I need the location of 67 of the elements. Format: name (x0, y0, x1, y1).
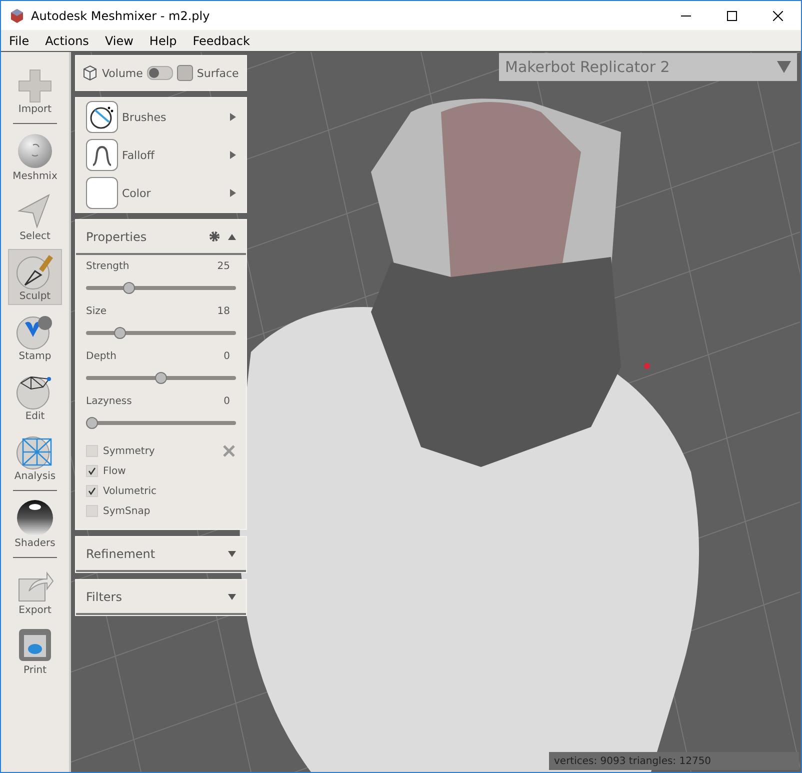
caret-icon (777, 61, 791, 73)
slider-track[interactable] (86, 327, 236, 339)
surface-label: Surface (196, 66, 239, 80)
menu-item[interactable]: File (1, 34, 38, 48)
slider-track[interactable] (86, 282, 236, 294)
slider-value: 0 (224, 396, 230, 407)
section-header[interactable]: Refinement (76, 537, 246, 572)
checkbox-label: SymSnap (103, 506, 152, 516)
caret-icon (228, 550, 236, 556)
maximize-icon (727, 10, 737, 20)
settings-icon (209, 231, 220, 242)
surface-swatch-icon (176, 65, 193, 81)
caret-icon (230, 113, 236, 121)
preview-thumbnail (86, 177, 118, 209)
tool-button[interactable]: Export (8, 563, 62, 619)
slider-label: Size (86, 306, 107, 317)
app-logo-icon (9, 8, 25, 24)
volume-label: Volume (102, 66, 143, 80)
slider-label: Strength (86, 261, 130, 272)
close-icon (773, 10, 783, 20)
slider-value: 18 (217, 306, 230, 317)
brush-menu-item[interactable]: Brushes (76, 98, 246, 136)
caret-icon (228, 594, 236, 600)
tool-button[interactable]: Shaders (8, 496, 62, 552)
window-title: Autodesk Meshmixer - m2.ply (31, 8, 211, 22)
tool-button[interactable]: Analysis (8, 429, 62, 485)
menu-item[interactable]: Feedback (184, 34, 258, 48)
brush-menu-item[interactable]: Color (76, 174, 246, 212)
cube-icon (82, 65, 98, 81)
tool-button[interactable]: Print (8, 623, 62, 679)
tool-button[interactable]: Sculpt (8, 249, 62, 305)
slider-label: Lazyness (86, 396, 132, 407)
tool-button[interactable]: Edit (8, 369, 62, 425)
checkbox[interactable] (86, 465, 98, 477)
slider-value: 25 (217, 261, 230, 272)
slider-thumb[interactable] (123, 282, 136, 294)
chrome-sphere-icon (15, 498, 55, 538)
slider-thumb[interactable] (155, 372, 167, 384)
caret-icon (228, 234, 236, 240)
plus-icon (17, 68, 53, 104)
caret-icon (230, 189, 236, 197)
checkbox[interactable] (86, 485, 98, 497)
slider-label: Depth (86, 351, 116, 362)
slider-thumb[interactable] (114, 327, 126, 339)
caret-icon (230, 151, 236, 159)
tool-button[interactable]: Stamp (8, 309, 62, 365)
menu-item[interactable]: View (96, 34, 142, 48)
status-bar: vertices: 9093 triangles: 12750 (549, 752, 799, 770)
checkbox-label: Symmetry (103, 446, 156, 456)
slider-track[interactable] (86, 372, 236, 384)
tool-button[interactable]: Meshmix (8, 129, 62, 185)
section-header[interactable]: Properties (76, 220, 246, 255)
face-sphere-icon (15, 131, 55, 171)
checkbox-label: Flow (103, 466, 127, 476)
slider-value: 0 (224, 351, 230, 362)
checkbox[interactable] (86, 445, 98, 457)
menu-item[interactable]: Actions (37, 34, 97, 48)
section-header[interactable]: Filters (76, 580, 246, 615)
menu-item[interactable]: Help (141, 34, 185, 48)
checkbox[interactable] (86, 505, 98, 517)
brush-menu-item[interactable]: Falloff (76, 136, 246, 174)
mode-toggle[interactable] (146, 66, 173, 80)
checkbox-label: Volumetric (103, 486, 158, 496)
slider-thumb[interactable] (86, 417, 98, 429)
tool-button[interactable]: Select (8, 189, 62, 245)
slider-track[interactable] (86, 417, 236, 429)
tool-button[interactable]: Import (8, 62, 62, 118)
